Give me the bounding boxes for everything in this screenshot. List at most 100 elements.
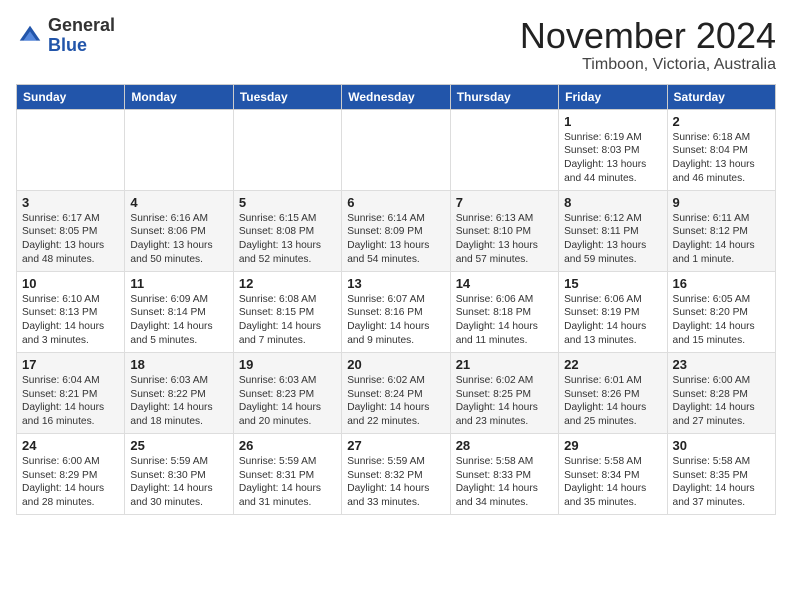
day-number: 5 (239, 195, 336, 210)
day-number: 19 (239, 357, 336, 372)
day-number: 13 (347, 276, 444, 291)
day-number: 6 (347, 195, 444, 210)
day-number: 22 (564, 357, 661, 372)
calendar-cell: 26Sunrise: 5:59 AM Sunset: 8:31 PM Dayli… (233, 433, 341, 514)
header-friday: Friday (559, 84, 667, 109)
day-info: Sunrise: 5:58 AM Sunset: 8:34 PM Dayligh… (564, 455, 661, 510)
calendar-week-5: 24 Sunrise: 6:00 AM Sunset: 8:29 PM Dayli… (17, 433, 776, 514)
calendar-cell: 29 Sunrise: 5:58 AM Sunset: 8:34 PM Dayli… (559, 433, 667, 514)
title-block: November 2024 Timboon, Victoria, Austral… (520, 16, 776, 74)
header-sunday: Sunday (17, 84, 125, 109)
day-info: Sunrise: 6:00 AM Sunset: 8:29 PM Dayligh… (22, 455, 119, 510)
calendar-cell: 11 Sunrise: 6:09 AM Sunset: 8:14 PM Dayli… (125, 271, 233, 352)
day-number: 2 (673, 114, 770, 129)
calendar-cell: 24 Sunrise: 6:00 AM Sunset: 8:29 PM Dayli… (17, 433, 125, 514)
day-number: 11 (130, 276, 227, 291)
calendar-cell: 17Sunrise: 6:04 AM Sunset: 8:21 PM Dayli… (17, 352, 125, 433)
day-info: Sunrise: 6:12 AM Sunset: 8:11 PM Dayligh… (564, 212, 661, 267)
calendar-cell: 25 Sunrise: 5:59 AM Sunset: 8:30 PM Dayli… (125, 433, 233, 514)
calendar-cell: 1Sunrise: 6:19 AM Sunset: 8:03 PM Daylig… (559, 109, 667, 190)
day-number: 16 (673, 276, 770, 291)
calendar-cell: 9 Sunrise: 6:11 AM Sunset: 8:12 PM Daylig… (667, 190, 775, 271)
calendar-cell: 4 Sunrise: 6:16 AM Sunset: 8:06 PM Daylig… (125, 190, 233, 271)
day-info: Sunrise: 6:18 AM Sunset: 8:04 PM Dayligh… (673, 131, 770, 186)
day-info: Sunrise: 6:07 AM Sunset: 8:16 PM Dayligh… (347, 293, 444, 348)
calendar-cell: 13 Sunrise: 6:07 AM Sunset: 8:16 PM Dayli… (342, 271, 450, 352)
day-info: Sunrise: 6:09 AM Sunset: 8:14 PM Dayligh… (130, 293, 227, 348)
day-info: Sunrise: 6:16 AM Sunset: 8:06 PM Dayligh… (130, 212, 227, 267)
day-info: Sunrise: 6:00 AM Sunset: 8:28 PM Dayligh… (673, 374, 770, 429)
calendar-cell: 28 Sunrise: 5:58 AM Sunset: 8:33 PM Dayli… (450, 433, 558, 514)
day-number: 24 (22, 438, 119, 453)
calendar-cell: 21Sunrise: 6:02 AM Sunset: 8:25 PM Dayli… (450, 352, 558, 433)
logo-icon (16, 22, 44, 50)
day-info: Sunrise: 5:58 AM Sunset: 8:33 PM Dayligh… (456, 455, 553, 510)
header-saturday: Saturday (667, 84, 775, 109)
day-info: Sunrise: 6:06 AM Sunset: 8:18 PM Dayligh… (456, 293, 553, 348)
calendar-week-4: 17Sunrise: 6:04 AM Sunset: 8:21 PM Dayli… (17, 352, 776, 433)
day-info: Sunrise: 6:01 AM Sunset: 8:26 PM Dayligh… (564, 374, 661, 429)
calendar-cell: 27Sunrise: 5:59 AM Sunset: 8:32 PM Dayli… (342, 433, 450, 514)
calendar-cell: 7 Sunrise: 6:13 AM Sunset: 8:10 PM Daylig… (450, 190, 558, 271)
day-info: Sunrise: 6:15 AM Sunset: 8:08 PM Dayligh… (239, 212, 336, 267)
calendar-cell: 16 Sunrise: 6:05 AM Sunset: 8:20 PM Dayli… (667, 271, 775, 352)
page-header: General Blue November 2024 Timboon, Vict… (16, 16, 776, 74)
day-number: 29 (564, 438, 661, 453)
calendar-cell (17, 109, 125, 190)
day-number: 8 (564, 195, 661, 210)
calendar-cell (125, 109, 233, 190)
calendar-cell (342, 109, 450, 190)
day-info: Sunrise: 6:02 AM Sunset: 8:25 PM Dayligh… (456, 374, 553, 429)
day-number: 28 (456, 438, 553, 453)
calendar-cell: 18 Sunrise: 6:03 AM Sunset: 8:22 PM Dayli… (125, 352, 233, 433)
logo-general: General (48, 15, 115, 35)
header-monday: Monday (125, 84, 233, 109)
day-info: Sunrise: 6:08 AM Sunset: 8:15 PM Dayligh… (239, 293, 336, 348)
calendar-cell: 3Sunrise: 6:17 AM Sunset: 8:05 PM Daylig… (17, 190, 125, 271)
day-info: Sunrise: 6:05 AM Sunset: 8:20 PM Dayligh… (673, 293, 770, 348)
day-info: Sunrise: 6:14 AM Sunset: 8:09 PM Dayligh… (347, 212, 444, 267)
day-info: Sunrise: 6:03 AM Sunset: 8:22 PM Dayligh… (130, 374, 227, 429)
day-number: 7 (456, 195, 553, 210)
day-number: 1 (564, 114, 661, 129)
calendar-header-row: SundayMondayTuesdayWednesdayThursdayFrid… (17, 84, 776, 109)
calendar-cell (233, 109, 341, 190)
header-thursday: Thursday (450, 84, 558, 109)
logo: General Blue (16, 16, 115, 56)
day-number: 25 (130, 438, 227, 453)
day-number: 4 (130, 195, 227, 210)
calendar-cell: 14 Sunrise: 6:06 AM Sunset: 8:18 PM Dayli… (450, 271, 558, 352)
day-info: Sunrise: 6:11 AM Sunset: 8:12 PM Dayligh… (673, 212, 770, 267)
calendar-cell: 30Sunrise: 5:58 AM Sunset: 8:35 PM Dayli… (667, 433, 775, 514)
calendar-cell: 23Sunrise: 6:00 AM Sunset: 8:28 PM Dayli… (667, 352, 775, 433)
day-number: 9 (673, 195, 770, 210)
day-number: 20 (347, 357, 444, 372)
day-number: 14 (456, 276, 553, 291)
calendar-cell: 22 Sunrise: 6:01 AM Sunset: 8:26 PM Dayli… (559, 352, 667, 433)
calendar-cell: 5 Sunrise: 6:15 AM Sunset: 8:08 PM Daylig… (233, 190, 341, 271)
day-info: Sunrise: 5:59 AM Sunset: 8:30 PM Dayligh… (130, 455, 227, 510)
calendar-cell: 6 Sunrise: 6:14 AM Sunset: 8:09 PM Daylig… (342, 190, 450, 271)
month-title: November 2024 (520, 16, 776, 56)
calendar-week-1: 1Sunrise: 6:19 AM Sunset: 8:03 PM Daylig… (17, 109, 776, 190)
day-number: 18 (130, 357, 227, 372)
day-info: Sunrise: 6:13 AM Sunset: 8:10 PM Dayligh… (456, 212, 553, 267)
day-info: Sunrise: 5:58 AM Sunset: 8:35 PM Dayligh… (673, 455, 770, 510)
calendar-cell (450, 109, 558, 190)
day-info: Sunrise: 6:06 AM Sunset: 8:19 PM Dayligh… (564, 293, 661, 348)
location-title: Timboon, Victoria, Australia (520, 56, 776, 74)
calendar-week-3: 10Sunrise: 6:10 AM Sunset: 8:13 PM Dayli… (17, 271, 776, 352)
day-info: Sunrise: 6:04 AM Sunset: 8:21 PM Dayligh… (22, 374, 119, 429)
day-info: Sunrise: 6:10 AM Sunset: 8:13 PM Dayligh… (22, 293, 119, 348)
calendar-cell: 12Sunrise: 6:08 AM Sunset: 8:15 PM Dayli… (233, 271, 341, 352)
day-info: Sunrise: 6:17 AM Sunset: 8:05 PM Dayligh… (22, 212, 119, 267)
day-number: 27 (347, 438, 444, 453)
day-info: Sunrise: 6:02 AM Sunset: 8:24 PM Dayligh… (347, 374, 444, 429)
header-tuesday: Tuesday (233, 84, 341, 109)
calendar-cell: 19 Sunrise: 6:03 AM Sunset: 8:23 PM Dayli… (233, 352, 341, 433)
header-wednesday: Wednesday (342, 84, 450, 109)
logo-text: General Blue (48, 16, 115, 56)
day-info: Sunrise: 6:03 AM Sunset: 8:23 PM Dayligh… (239, 374, 336, 429)
calendar-week-2: 3Sunrise: 6:17 AM Sunset: 8:05 PM Daylig… (17, 190, 776, 271)
calendar-cell: 8 Sunrise: 6:12 AM Sunset: 8:11 PM Daylig… (559, 190, 667, 271)
